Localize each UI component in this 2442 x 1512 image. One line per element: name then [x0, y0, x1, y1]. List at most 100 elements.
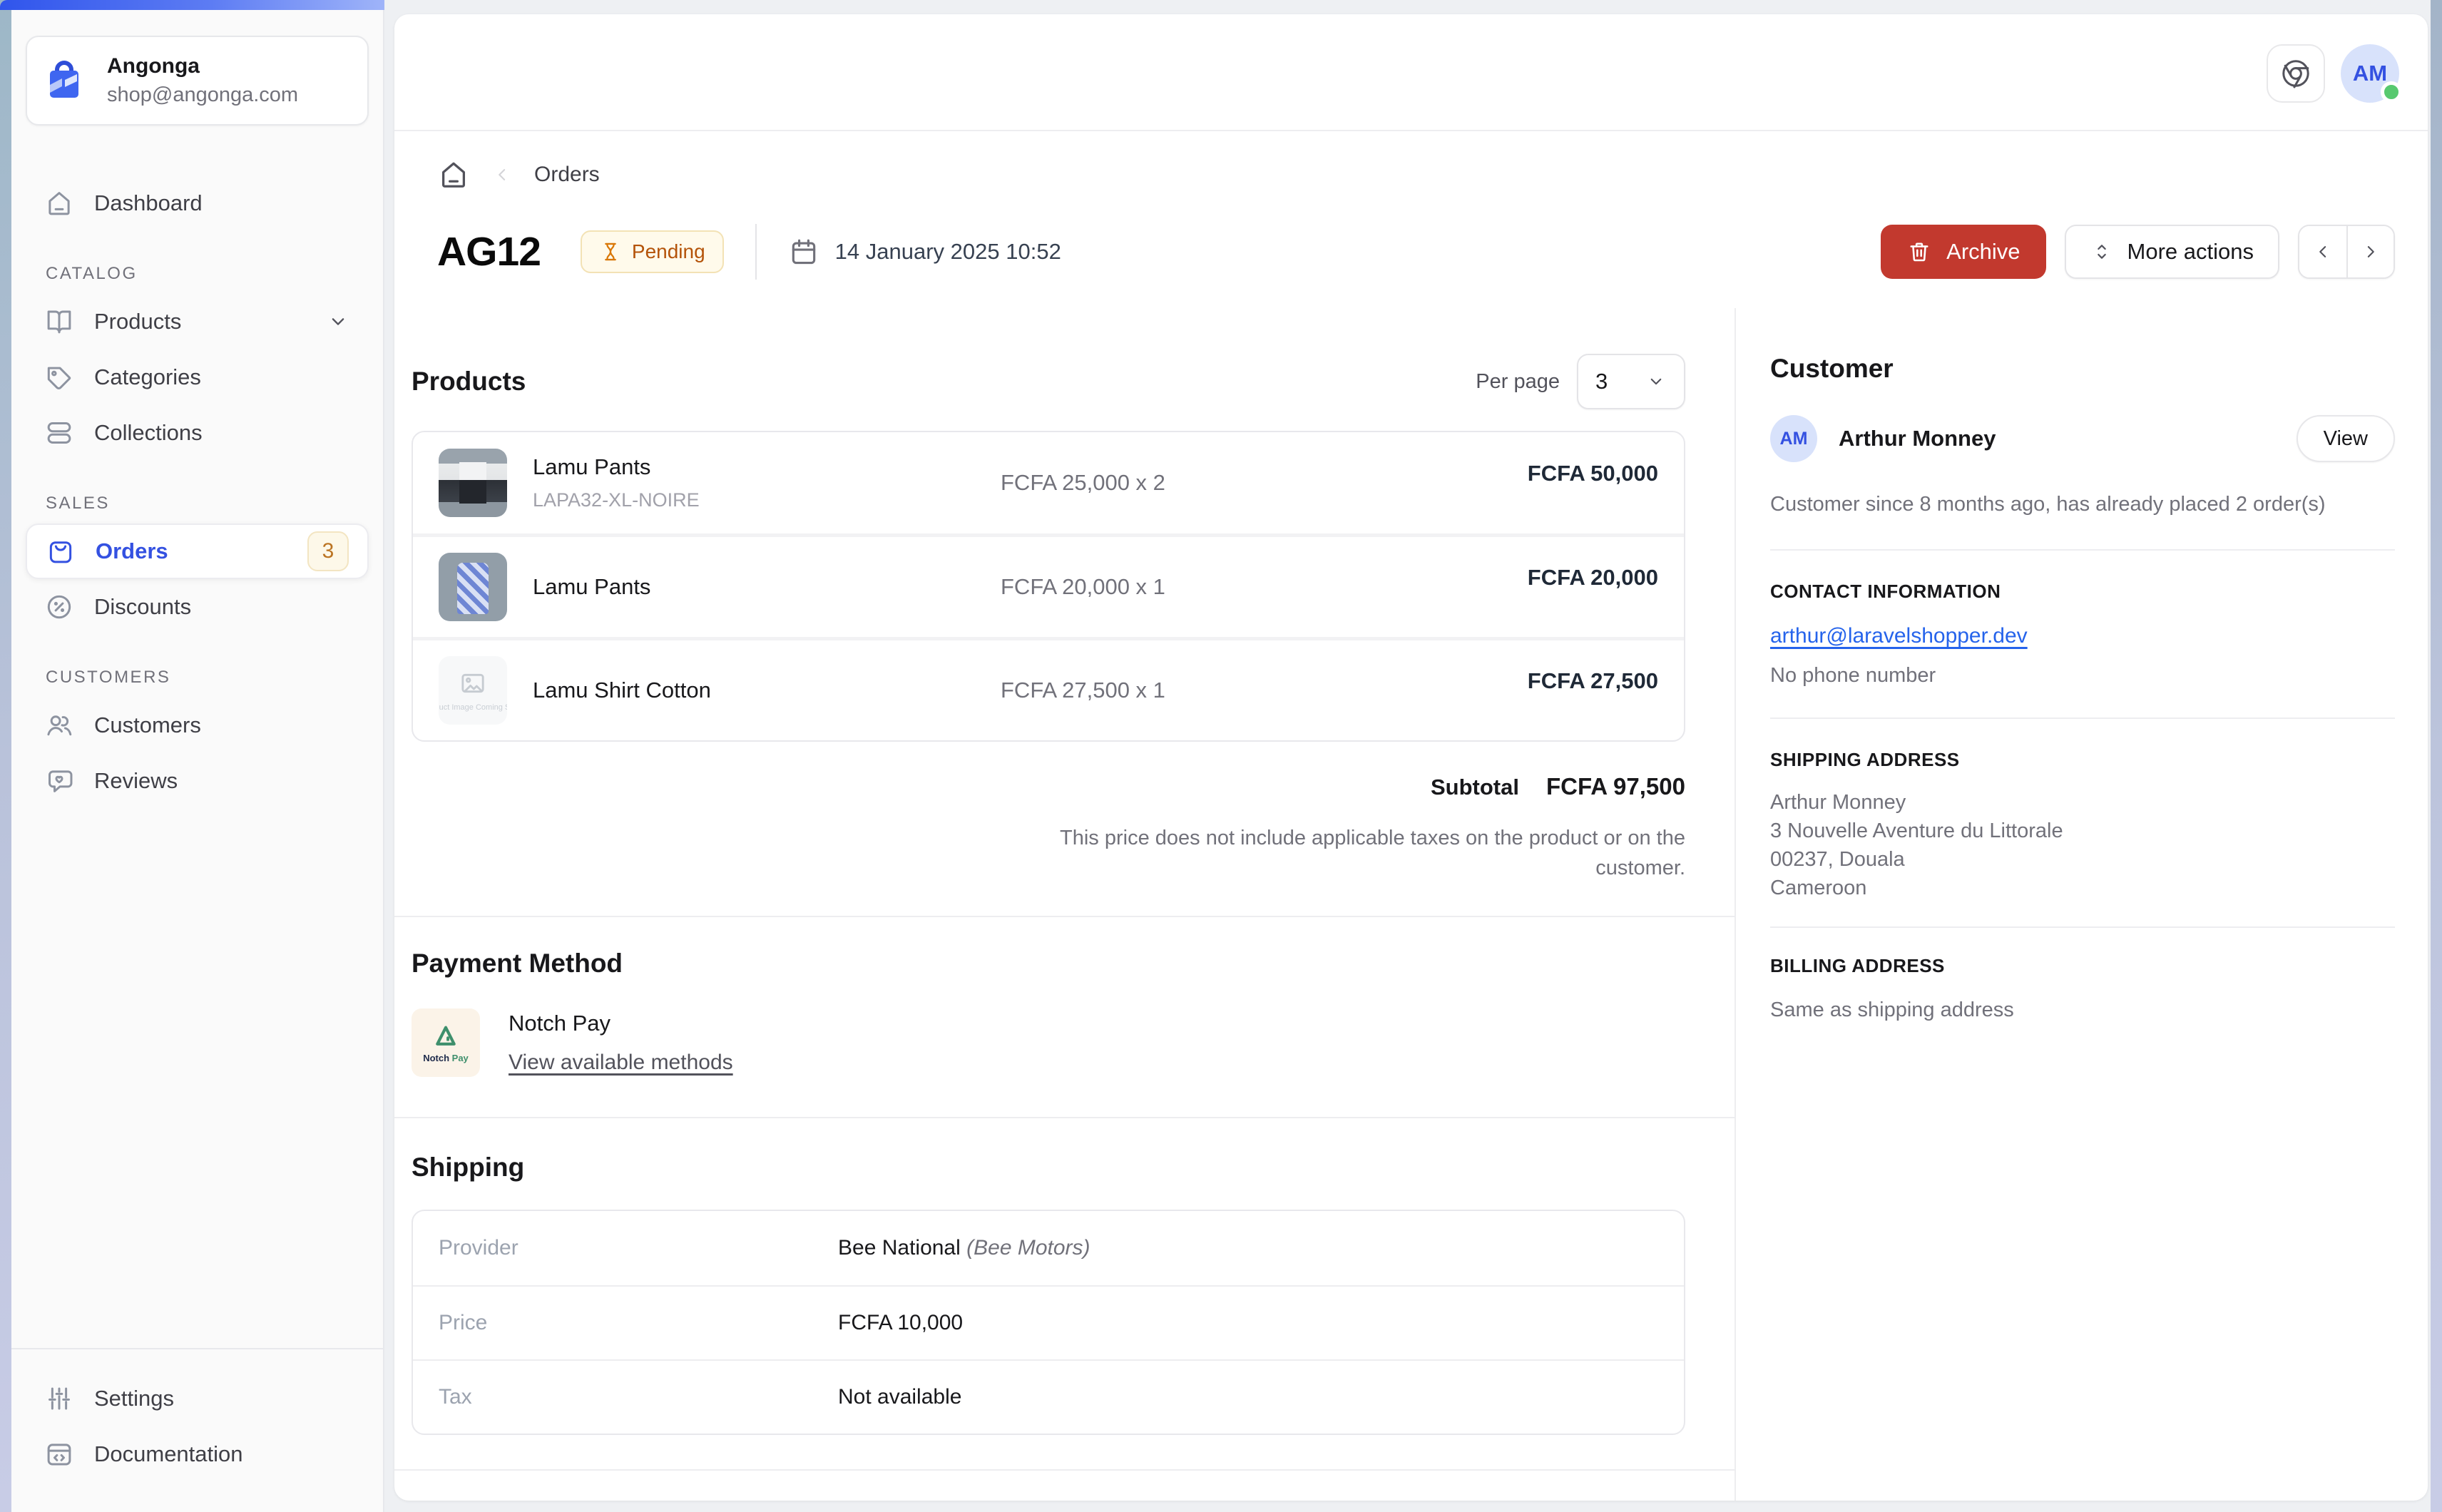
store-switcher[interactable]: Angonga shop@angonga.com [26, 36, 369, 126]
billing-address: Same as shipping address [1770, 998, 2395, 1022]
product-image [439, 553, 507, 621]
per-page-control: Per page 3 [1476, 354, 1685, 409]
shipping-row: Tax Not available [413, 1359, 1684, 1434]
notchpay-triangle-icon [431, 1023, 461, 1050]
address-line: 00237, Douala [1770, 845, 2395, 874]
divider [1770, 549, 2395, 551]
placeholder-caption: Product Image Coming Soon [439, 703, 507, 712]
customer-title: Customer [1770, 354, 2395, 384]
user-avatar[interactable]: AM [2341, 44, 2399, 103]
product-info: Lamu Shirt Cotton [533, 678, 975, 703]
browser-button[interactable] [2267, 44, 2325, 103]
calendar-icon [788, 236, 819, 267]
image-icon [459, 669, 487, 698]
customer-name: Arthur Monney [1839, 426, 1996, 451]
logo-word: Pay [452, 1053, 469, 1063]
shipping-title: Shipping [412, 1153, 1685, 1182]
total-row: Total FCFA 107,500 [394, 1471, 1735, 1501]
sidebar-item-documentation[interactable]: Documentation [26, 1426, 369, 1482]
previous-order-button[interactable] [2299, 226, 2346, 277]
customer-email-link[interactable]: arthur@laravelshopper.dev [1770, 624, 2028, 648]
billing-address-heading: BILLING ADDRESS [1770, 955, 2395, 977]
customer-avatar-initials: AM [1780, 429, 1808, 449]
customer-phone: No phone number [1770, 664, 2395, 688]
shipping-address-heading: SHIPPING ADDRESS [1770, 749, 2395, 771]
payment-info: Notch Pay View available methods [509, 1011, 733, 1075]
product-info: Lamu Pants LAPA32-XL-NOIRE [533, 454, 975, 511]
sidebar-item-label: Reviews [94, 768, 178, 794]
users-icon [44, 710, 74, 740]
order-content: Products Per page 3 Lamu Pants LAPA3 [394, 308, 2428, 1501]
view-customer-button[interactable]: View [2297, 415, 2395, 462]
more-actions-label: More actions [2127, 239, 2254, 265]
address-line: Arthur Monney [1770, 788, 2395, 817]
product-name[interactable]: Lamu Pants [533, 574, 975, 600]
product-sku: LAPA32-XL-NOIRE [533, 489, 975, 511]
window-edge-right [2431, 0, 2442, 1512]
sidebar: Angonga shop@angonga.com Dashboard CATAL… [11, 10, 384, 1512]
product-line-total: FCFA 20,000 [1528, 565, 1658, 591]
sidebar-item-label: Customers [94, 712, 201, 738]
payment-method: Notch Pay Notch Pay View available metho… [412, 1008, 1685, 1077]
stack-icon [44, 418, 74, 448]
order-actions: Archive More actions [1881, 225, 2395, 279]
more-actions-button[interactable]: More actions [2065, 225, 2279, 279]
shipping-row-value: FCFA 10,000 [838, 1311, 1658, 1335]
divider [755, 224, 757, 280]
sidebar-item-reviews[interactable]: Reviews [26, 753, 369, 809]
sidebar-item-orders[interactable]: Orders 3 [26, 523, 369, 579]
product-name[interactable]: Lamu Pants [533, 454, 975, 480]
per-page-select[interactable]: 3 [1577, 354, 1685, 409]
sidebar-item-collections[interactable]: Collections [26, 405, 369, 461]
browser-icon [2279, 56, 2313, 91]
payment-title: Payment Method [412, 949, 1685, 979]
order-main-column: Products Per page 3 Lamu Pants LAPA3 [394, 308, 1736, 1501]
chevron-left-icon [2312, 241, 2334, 262]
shipping-row: Price FCFA 10,000 [413, 1285, 1684, 1359]
per-page-value: 3 [1595, 369, 1608, 394]
product-unit-price: FCFA 20,000 x 1 [1001, 574, 1502, 600]
product-unit-price: FCFA 25,000 x 2 [1001, 470, 1502, 496]
shipping-provider: Bee National [838, 1236, 961, 1260]
store-info: Angonga shop@angonga.com [107, 54, 298, 107]
home-icon [44, 188, 74, 218]
sidebar-item-discounts[interactable]: Discounts [26, 579, 369, 635]
products-header: Products Per page 3 [394, 354, 1735, 409]
shipping-row: Provider Bee National (Bee Motors) [413, 1211, 1684, 1285]
view-methods-link[interactable]: View available methods [509, 1051, 733, 1075]
home-icon[interactable] [437, 158, 470, 191]
address-line: Cameroon [1770, 874, 2395, 902]
customer-row: AM Arthur Monney View [1770, 415, 2395, 462]
subtotal-label: Subtotal [1431, 775, 1519, 800]
customer-summary: Customer since 8 months ago, has already… [1770, 489, 2395, 519]
chevron-right-icon [2360, 241, 2381, 262]
shipping-row-label: Price [439, 1311, 838, 1335]
store-name: Angonga [107, 54, 298, 78]
store-email: shop@angonga.com [107, 83, 298, 107]
sidebar-item-categories[interactable]: Categories [26, 349, 369, 405]
unfold-icon [2090, 240, 2113, 263]
products-card-wrap: Lamu Pants LAPA32-XL-NOIRE FCFA 25,000 x… [394, 431, 1735, 883]
breadcrumb-current[interactable]: Orders [534, 163, 600, 187]
sidebar-item-label: Settings [94, 1386, 174, 1411]
contact-heading: CONTACT INFORMATION [1770, 581, 2395, 603]
sidebar-item-customers[interactable]: Customers [26, 698, 369, 753]
archive-button[interactable]: Archive [1881, 225, 2045, 279]
breadcrumb: Orders [437, 158, 2428, 191]
sidebar-item-label: Collections [94, 420, 203, 446]
sidebar-nav: Dashboard CATALOG Products Categories Co… [11, 175, 383, 809]
per-page-label: Per page [1476, 370, 1560, 394]
sidebar-item-settings[interactable]: Settings [26, 1371, 369, 1426]
shipping-row-label: Provider [439, 1236, 838, 1260]
address-line: 3 Nouvelle Aventure du Littorale [1770, 817, 2395, 845]
sidebar-item-products[interactable]: Products [26, 294, 369, 349]
product-name[interactable]: Lamu Shirt Cotton [533, 678, 975, 703]
book-icon [44, 307, 74, 337]
shipping-row-label: Tax [439, 1385, 838, 1409]
next-order-button[interactable] [2346, 226, 2394, 277]
sidebar-item-dashboard[interactable]: Dashboard [26, 175, 369, 231]
page-title: AG12 [437, 228, 541, 275]
trash-icon [1906, 239, 1932, 265]
status-label: Pending [632, 240, 705, 263]
notchpay-logo: Notch Pay [412, 1008, 480, 1077]
